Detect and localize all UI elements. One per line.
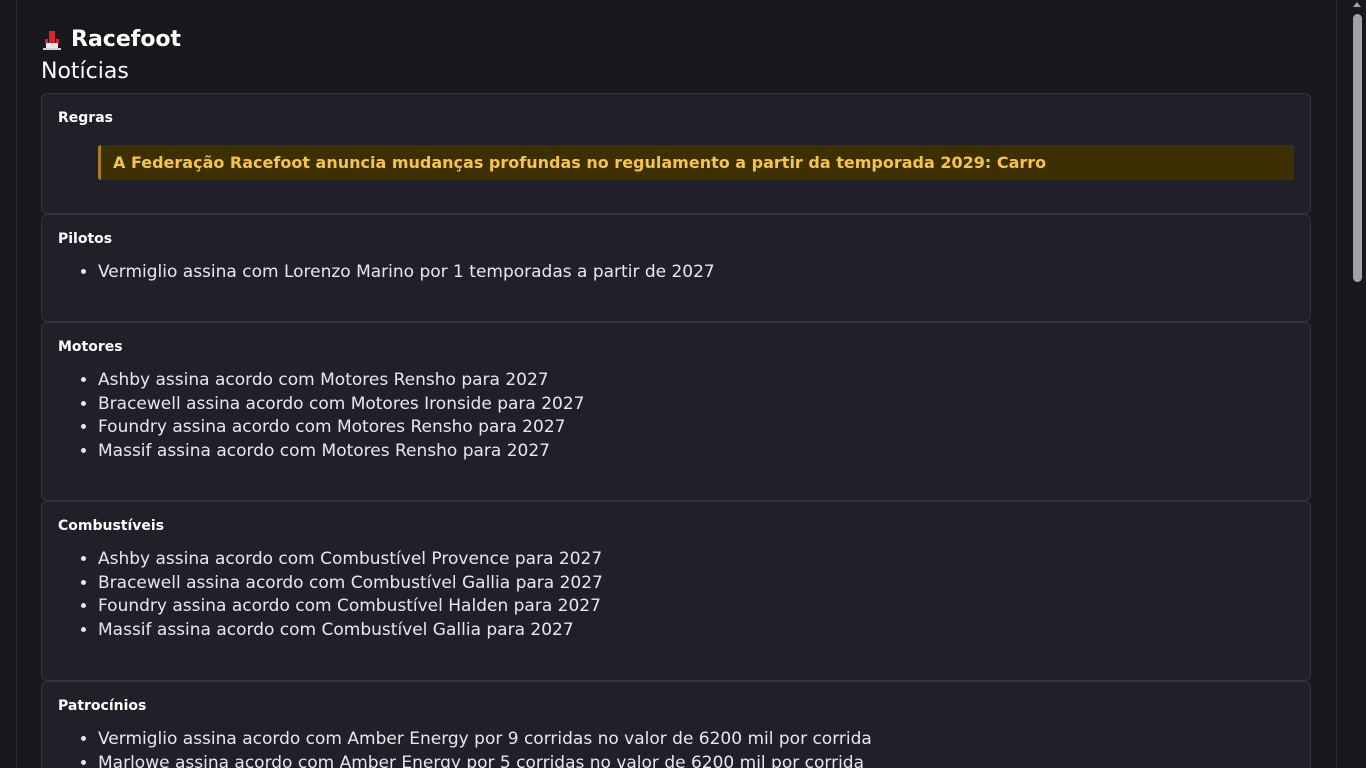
section-regras: Regras A Federação Racefoot anuncia muda…: [41, 93, 1311, 214]
list-item: Marlowe assina acordo com Amber Energy p…: [98, 752, 1294, 768]
section-title: Motores: [58, 339, 123, 355]
news-items: Ashby assina acordo com Motores Rensho p…: [58, 369, 1294, 463]
app-window: Racefoot Notícias Regras A Federação Rac…: [16, 0, 1337, 768]
news-list: Regras A Federação Racefoot anuncia muda…: [41, 93, 1311, 768]
list-item: Foundry assina acordo com Motores Rensho…: [98, 416, 1294, 440]
brand-name: Racefoot: [71, 27, 182, 52]
page-title: Notícias: [41, 59, 129, 84]
list-item: Massif assina acordo com Combustível Gal…: [98, 619, 1294, 643]
list-item: Ashby assina acordo com Motores Rensho p…: [98, 369, 1294, 393]
list-item: Vermiglio assina acordo com Amber Energy…: [98, 728, 1294, 752]
section-title: Combustíveis: [58, 518, 165, 534]
list-item: Bracewell assina acordo com Combustível …: [98, 572, 1294, 596]
scroll-thumb[interactable]: [1353, 14, 1362, 282]
news-items: Vermiglio assina com Lorenzo Marino por …: [58, 261, 1294, 285]
section-patrocinios: Patrocínios Vermiglio assina acordo com …: [41, 681, 1311, 768]
list-item: Vermiglio assina com Lorenzo Marino por …: [98, 261, 1294, 285]
section-title: Patrocínios: [58, 698, 147, 714]
brand[interactable]: Racefoot: [41, 26, 181, 54]
rules-announcement: A Federação Racefoot anuncia mudanças pr…: [98, 145, 1294, 180]
list-item: Foundry assina acordo com Combustível Ha…: [98, 595, 1294, 619]
section-title: Regras: [58, 110, 113, 126]
news-items: Ashby assina acordo com Combustível Prov…: [58, 548, 1294, 642]
news-items: Vermiglio assina acordo com Amber Energy…: [58, 728, 1294, 768]
section-combustiveis: Combustíveis Ashby assina acordo com Com…: [41, 501, 1311, 681]
list-item: Ashby assina acordo com Combustível Prov…: [98, 548, 1294, 572]
scroll-up-icon[interactable]: [1353, 2, 1361, 7]
section-motores: Motores Ashby assina acordo com Motores …: [41, 322, 1311, 501]
list-item: Bracewell assina acordo com Motores Iron…: [98, 393, 1294, 417]
scrollbar[interactable]: [1349, 0, 1366, 768]
section-title: Pilotos: [58, 231, 113, 247]
list-item: Massif assina acordo com Motores Rensho …: [98, 440, 1294, 464]
podium-icon: [43, 31, 61, 50]
section-pilotos: Pilotos Vermiglio assina com Lorenzo Mar…: [41, 214, 1311, 322]
